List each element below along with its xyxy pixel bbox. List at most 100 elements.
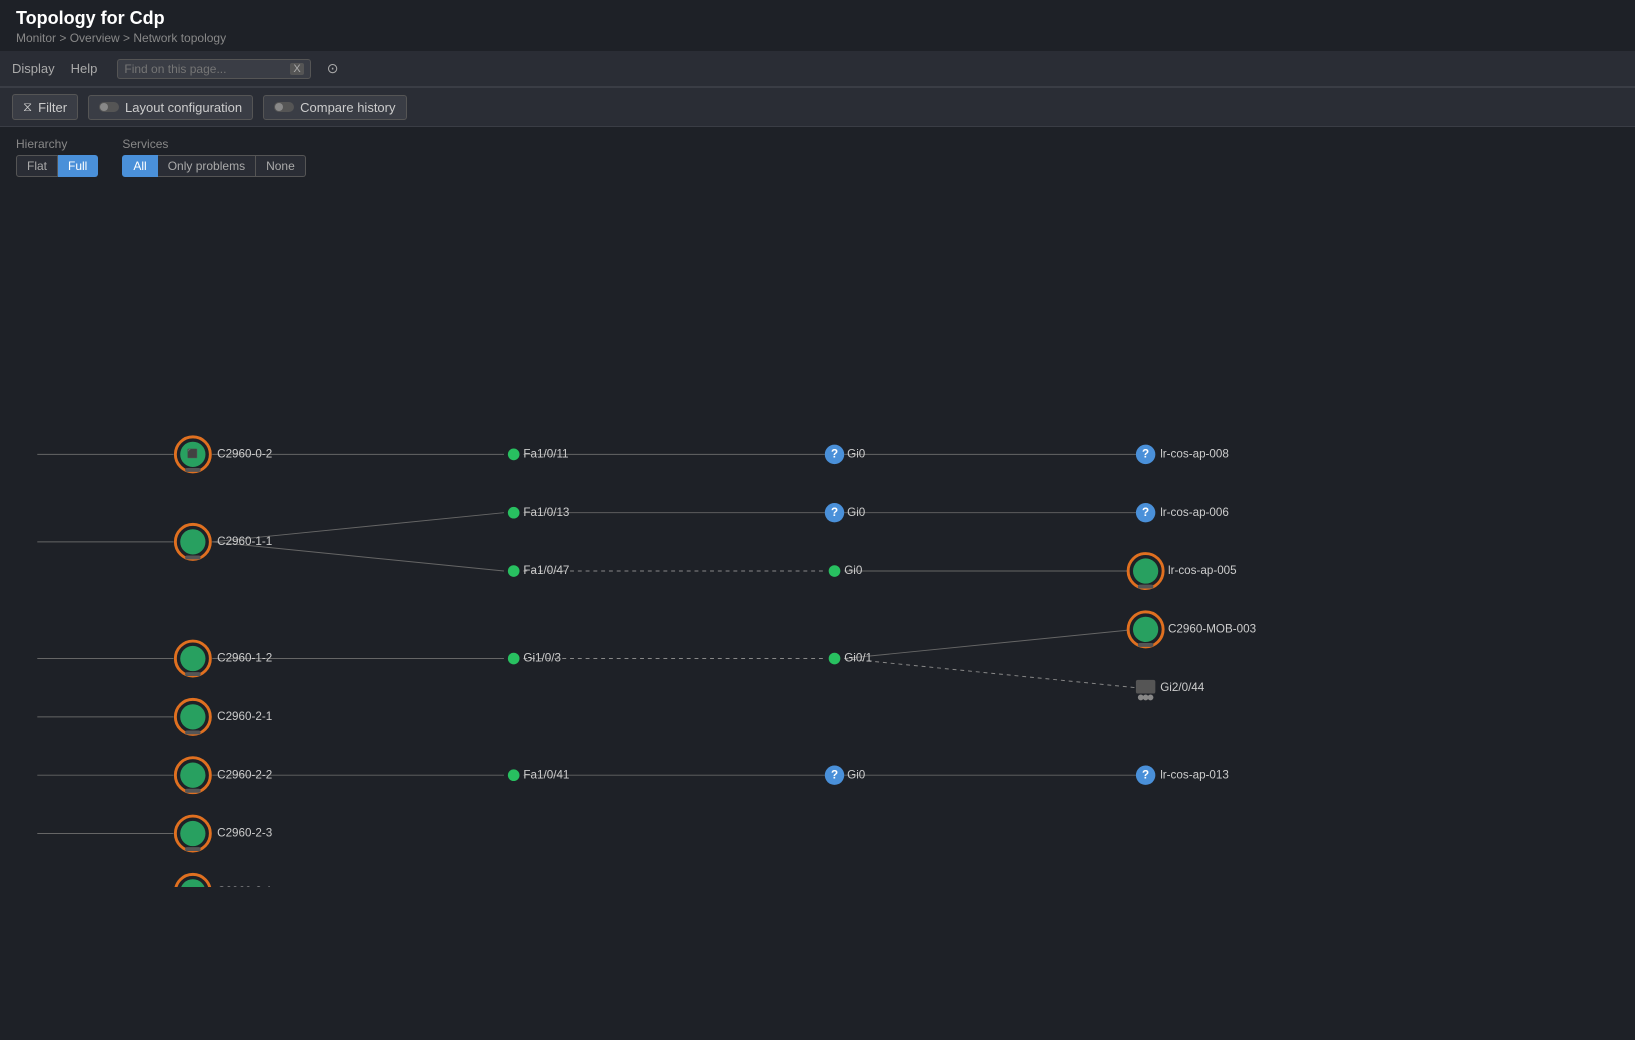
search-wrapper: X bbox=[117, 59, 310, 79]
device-body-mob bbox=[1133, 617, 1158, 642]
label-lr-cos-ap-006: lr-cos-ap-006 bbox=[1160, 506, 1229, 519]
port-gi0-1-icon: ? bbox=[831, 447, 838, 460]
device-body-005 bbox=[1133, 558, 1158, 583]
port-gi0-2-icon: ? bbox=[831, 506, 838, 519]
device-base bbox=[185, 730, 201, 734]
device-base-mob bbox=[1138, 643, 1154, 647]
label-c2960-3-1: C2960-3-1 bbox=[217, 885, 272, 887]
label-gi1-0-3: Gi1/0/3 bbox=[523, 652, 561, 665]
filter-label: Filter bbox=[38, 100, 67, 115]
port-gi0-3[interactable] bbox=[829, 565, 841, 577]
top-bar: Display Help X ⊙ bbox=[0, 51, 1635, 87]
label-gi0-5: Gi0 bbox=[847, 768, 866, 781]
device-icon: ⬛ bbox=[187, 449, 198, 459]
node-c2960-0-2[interactable]: ⬛ bbox=[175, 437, 210, 472]
node-lr-cos-ap-005[interactable] bbox=[1128, 554, 1163, 589]
hierarchy-label: Hierarchy bbox=[16, 137, 98, 151]
node-c2960-1-2[interactable] bbox=[175, 641, 210, 676]
line-gi0-4-mob003 bbox=[844, 629, 1136, 658]
port-body bbox=[1136, 680, 1155, 694]
layout-config-button[interactable]: Layout configuration bbox=[88, 95, 253, 120]
label-c2960-0-2: C2960-0-2 bbox=[217, 447, 272, 460]
label-fa1-0-11: Fa1/0/11 bbox=[523, 447, 568, 460]
label-c2960-1-2: C2960-1-2 bbox=[217, 652, 272, 665]
page-title: Topology for Cdp bbox=[16, 8, 1619, 29]
title-section: Topology for Cdp Monitor > Overview > Ne… bbox=[0, 0, 1635, 51]
node-c2960-2-3[interactable] bbox=[175, 816, 210, 851]
display-menu[interactable]: Display bbox=[12, 61, 55, 76]
layout-toggle-icon bbox=[99, 102, 119, 112]
port-wheel-r bbox=[1148, 695, 1154, 701]
device-base bbox=[185, 468, 201, 472]
search-input[interactable] bbox=[124, 62, 284, 76]
device-base bbox=[185, 672, 201, 676]
label-gi0-4: Gi0/1 bbox=[844, 652, 872, 665]
port-gi0-4[interactable] bbox=[829, 653, 841, 665]
compare-label: Compare history bbox=[300, 100, 395, 115]
none-button[interactable]: None bbox=[256, 155, 306, 177]
hierarchy-group: Hierarchy Flat Full bbox=[16, 137, 98, 177]
port-fa1-0-11[interactable] bbox=[508, 449, 520, 461]
topology-svg: ⬛ C2960-0-2 C2960-1-1 C2960-1-2 C2960-2-… bbox=[0, 187, 1635, 887]
device-base bbox=[185, 789, 201, 793]
label-fa1-0-47: Fa1/0/47 bbox=[523, 564, 569, 577]
search-nav-button[interactable]: ⊙ bbox=[327, 60, 339, 77]
node-c2960-2-1[interactable] bbox=[175, 699, 210, 734]
port-gi0-5-icon: ? bbox=[831, 768, 838, 781]
label-lr-cos-ap-013: lr-cos-ap-013 bbox=[1160, 768, 1229, 781]
label-gi2-0-44: Gi2/0/44 bbox=[1160, 681, 1205, 694]
label-c2960-1-1: C2960-1-1 bbox=[217, 535, 272, 548]
services-label: Services bbox=[122, 137, 305, 151]
device-body bbox=[180, 821, 205, 846]
device-base-005 bbox=[1138, 585, 1154, 589]
compare-history-button[interactable]: Compare history bbox=[263, 95, 406, 120]
device-body bbox=[180, 763, 205, 788]
label-lr-cos-ap-008: lr-cos-ap-008 bbox=[1160, 447, 1229, 460]
layout-label: Layout configuration bbox=[125, 100, 242, 115]
label-gi0-2: Gi0 bbox=[847, 506, 866, 519]
device-body bbox=[180, 704, 205, 729]
device-body bbox=[180, 646, 205, 671]
label-lr-cos-ap-005: lr-cos-ap-005 bbox=[1168, 564, 1237, 577]
help-menu[interactable]: Help bbox=[71, 61, 98, 76]
port-fa1-0-47[interactable] bbox=[508, 565, 520, 577]
device-body bbox=[180, 529, 205, 554]
line-gi0-4-gi2-0-44 bbox=[844, 659, 1136, 688]
port-fa1-0-41[interactable] bbox=[508, 769, 520, 781]
label-c2960-2-1: C2960-2-1 bbox=[217, 710, 272, 723]
hierarchy-btn-group: Flat Full bbox=[16, 155, 98, 177]
search-clear-button[interactable]: X bbox=[290, 63, 303, 75]
filter-bar: Hierarchy Flat Full Services All Only pr… bbox=[0, 127, 1635, 187]
node-lr-cos-ap-006-icon: ? bbox=[1142, 506, 1149, 519]
compare-toggle-icon bbox=[274, 102, 294, 112]
filter-button[interactable]: ⧖ Filter bbox=[12, 94, 78, 120]
label-fa1-0-13: Fa1/0/13 bbox=[523, 506, 569, 519]
problems-button[interactable]: Only problems bbox=[158, 155, 256, 177]
device-base bbox=[185, 847, 201, 851]
node-c2960-mob-003[interactable] bbox=[1128, 612, 1163, 647]
label-fa1-0-41: Fa1/0/41 bbox=[523, 768, 569, 781]
port-gi1-0-3[interactable] bbox=[508, 653, 520, 665]
device-base bbox=[185, 555, 201, 559]
node-lr-cos-ap-013-icon: ? bbox=[1142, 768, 1149, 781]
topology-canvas: ⬛ C2960-0-2 C2960-1-1 C2960-1-2 C2960-2-… bbox=[0, 187, 1635, 887]
flat-button[interactable]: Flat bbox=[16, 155, 58, 177]
breadcrumb: Monitor > Overview > Network topology bbox=[16, 31, 1619, 45]
node-c2960-1-1[interactable] bbox=[175, 524, 210, 559]
toolbar: ⧖ Filter Layout configuration Compare hi… bbox=[0, 87, 1635, 127]
port-fa1-0-13[interactable] bbox=[508, 507, 520, 519]
label-gi0-3: Gi0 bbox=[844, 564, 863, 577]
node-lr-cos-ap-008-icon: ? bbox=[1142, 447, 1149, 460]
filter-icon: ⧖ bbox=[23, 99, 32, 115]
label-c2960-mob-003: C2960-MOB-003 bbox=[1168, 622, 1256, 635]
full-button[interactable]: Full bbox=[58, 155, 98, 177]
services-btn-group: All Only problems None bbox=[122, 155, 305, 177]
label-c2960-2-2: C2960-2-2 bbox=[217, 768, 272, 781]
all-button[interactable]: All bbox=[122, 155, 157, 177]
services-group: Services All Only problems None bbox=[122, 137, 305, 177]
label-gi0-1: Gi0 bbox=[847, 447, 866, 460]
node-gi2-0-44[interactable] bbox=[1136, 680, 1155, 700]
label-c2960-2-3: C2960-2-3 bbox=[217, 827, 272, 840]
node-c2960-3-1[interactable] bbox=[175, 874, 210, 887]
node-c2960-2-2[interactable] bbox=[175, 758, 210, 793]
